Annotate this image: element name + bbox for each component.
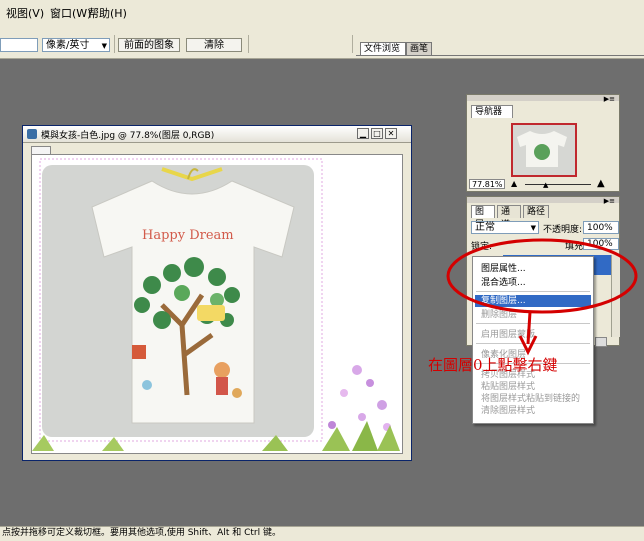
maximize-button[interactable]: □ [371,128,383,139]
zoom-in-icon[interactable]: ▲ [597,178,605,189]
panel-menu-icon[interactable]: ▶≡ [604,197,615,205]
status-text: 点按并拖移可定义裁切框。要用其他选项,使用 Shift、Alt 和 Ctrl 键… [2,528,281,538]
panel-grip[interactable] [467,95,619,101]
chevron-down-icon: ▼ [530,224,536,232]
opacity-label: 不透明度: [543,225,583,235]
zoom-slider-handle[interactable]: ▲ [543,181,548,189]
annotation-text: 在圖層0上點擊右鍵 [428,356,558,374]
unit-select[interactable]: 像素/英寸 ▼ [42,38,110,52]
canvas-artwork: Happy Dream [32,155,402,453]
panel-grip[interactable] [467,197,619,203]
birdhouse [132,345,146,359]
tab-channels[interactable]: 通道 [497,205,521,230]
chevron-down-icon: ▼ [101,42,107,50]
status-bar: 点按并拖移可定义裁切框。要用其他选项,使用 Shift、Alt 和 Ctrl 键… [0,526,644,541]
navigator-panel: ▶≡ 导航器 77.81% ▲ ▲ ▲ [466,94,620,192]
zoom-out-icon[interactable]: ▲ [511,179,517,188]
zoom-field[interactable]: 77.81% [469,179,505,189]
toolbar-divider [352,35,353,53]
options-bar: 像素/英寸 ▼ 前面的图象 清除 文件浏览 画笔 [0,30,644,59]
menu-view[interactable]: 视图(V) [6,5,44,21]
palette-well-line [356,55,644,56]
document-window[interactable]: 模與女孩-白色.jpg @ 77.8%(图层 0,RGB) ▁ □ ✕ Happ… [22,125,412,461]
clear-button[interactable]: 清除 [186,38,242,52]
unit-select-value: 像素/英寸 [46,40,90,51]
girl-figure [214,362,230,378]
minimize-button[interactable]: ▁ [357,128,369,139]
annotation-ellipse [446,238,638,314]
tab-navigator[interactable]: 导航器 [471,105,513,118]
zoom-slider[interactable] [525,184,591,185]
menu-item-paste-style-to-linked[interactable]: 将图层样式粘贴到链接的 [481,393,580,405]
menu-help[interactable]: 帮助(H) [88,5,127,21]
menu-bar: 视图(V) 窗口(W) 帮助(H) [0,0,644,31]
tab-brushes[interactable]: 画笔 [406,42,432,55]
tab-layers[interactable]: 图层 [471,205,495,230]
toolbar-divider [114,35,115,53]
blend-mode-value: 正常 [475,222,495,233]
document-titlebar[interactable]: 模與女孩-白色.jpg @ 77.8%(图层 0,RGB) ▁ □ ✕ [23,126,411,143]
annotation-arrow [526,311,532,345]
toolbar-divider [248,35,249,53]
tab-paths[interactable]: 路径 [523,205,549,218]
opacity-field[interactable]: 100% [583,221,619,234]
tree-sign [197,305,225,321]
navigator-preview [517,131,567,167]
image-canvas[interactable]: Happy Dream [31,154,403,454]
resolution-input[interactable] [0,38,38,52]
document-icon [27,129,37,139]
menu-item-clear-layer-style[interactable]: 清除图层样式 [481,405,535,417]
tab-file-browser[interactable]: 文件浏览 [360,42,406,55]
close-button[interactable]: ✕ [385,128,397,139]
opacity-value: 100% [587,223,613,233]
document-title: 模與女孩-白色.jpg @ 77.8%(图层 0,RGB) [41,131,215,141]
navigator-thumbnail[interactable] [511,123,577,177]
front-image-button[interactable]: 前面的图象 [118,38,180,52]
menu-window[interactable]: 窗口(W) [50,5,91,21]
blend-mode-select[interactable]: 正常 ▼ [471,221,539,234]
tshirt-print-text: Happy Dream [142,228,234,243]
panel-menu-icon[interactable]: ▶≡ [604,95,615,103]
